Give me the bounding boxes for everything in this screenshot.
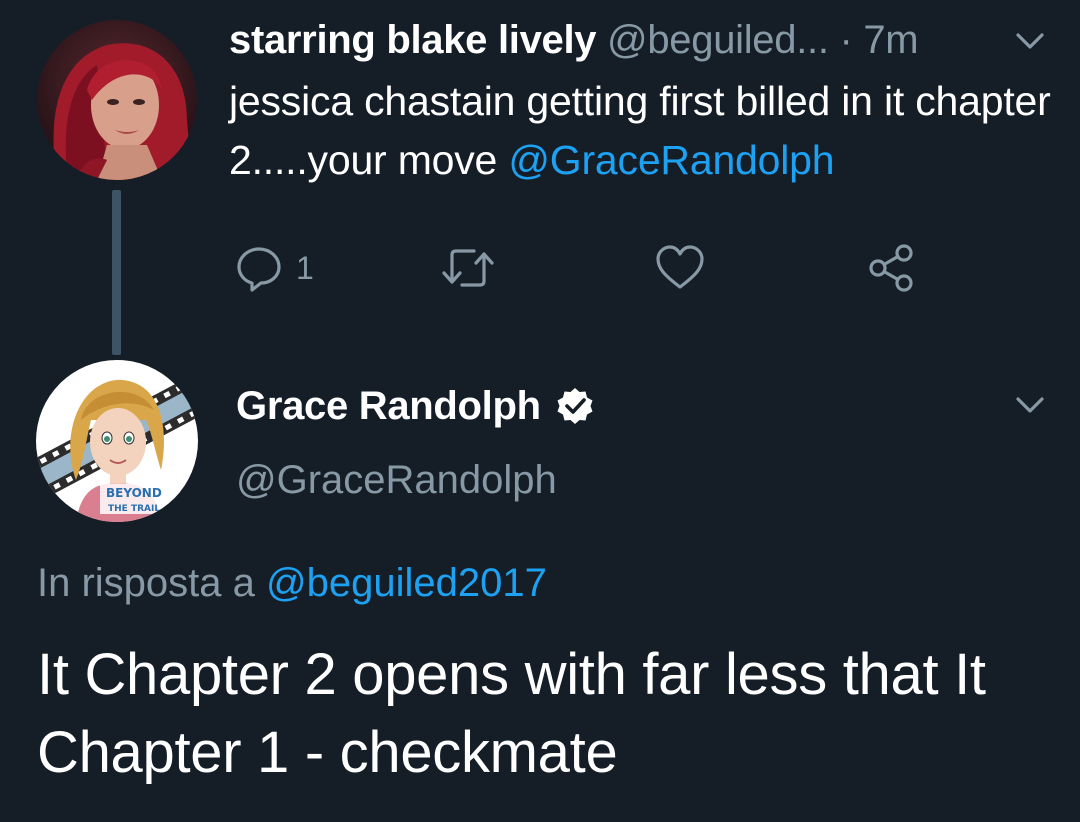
reply-prefix: In risposta a — [37, 561, 267, 605]
logo-text-1: BEYOND — [106, 486, 162, 500]
reply-button[interactable]: 1 — [234, 240, 314, 296]
tweet-text: jessica chastain getting first billed in… — [229, 72, 1059, 190]
timestamp[interactable]: 7m — [863, 18, 918, 62]
user-photo — [37, 20, 197, 180]
user-handle[interactable]: @GraceRandolph — [236, 452, 557, 508]
retweet-icon — [442, 249, 494, 287]
share-button[interactable] — [866, 240, 916, 296]
mention-link[interactable]: @GraceRandolph — [508, 137, 834, 183]
reply-context: In risposta a @beguiled2017 — [37, 555, 547, 611]
author-row: Grace Randolph — [236, 378, 595, 434]
chevron-down-icon[interactable] — [1013, 24, 1047, 58]
heart-icon — [656, 245, 704, 289]
like-button[interactable] — [654, 240, 706, 296]
reply-icon — [237, 247, 281, 292]
tweet-actions: 1 — [0, 240, 1080, 296]
retweet-button[interactable] — [440, 240, 496, 296]
reply-to-mention[interactable]: @beguiled2017 — [266, 561, 547, 605]
avatar[interactable] — [37, 20, 197, 180]
avatar[interactable]: BEYOND THE TRAIL — [36, 360, 198, 522]
cartoon-avatar: BEYOND THE TRAIL — [36, 360, 198, 522]
meta-separator: · — [839, 18, 853, 62]
display-name[interactable]: starring blake lively — [229, 18, 597, 62]
tweet-header: starring blake lively @beguiled... · 7m — [229, 14, 919, 66]
tweet-thread: starring blake lively @beguiled... · 7m … — [0, 0, 1080, 822]
verified-badge-icon — [557, 388, 593, 424]
chevron-down-icon[interactable] — [1013, 388, 1047, 422]
display-name[interactable]: Grace Randolph — [236, 384, 541, 429]
logo-text-2: THE TRAIL — [108, 504, 160, 514]
reply-count: 1 — [296, 249, 314, 286]
share-icon — [869, 244, 913, 292]
user-handle[interactable]: @beguiled... — [607, 18, 829, 62]
tweet-text: It Chapter 2 opens with far less that It… — [37, 642, 986, 785]
